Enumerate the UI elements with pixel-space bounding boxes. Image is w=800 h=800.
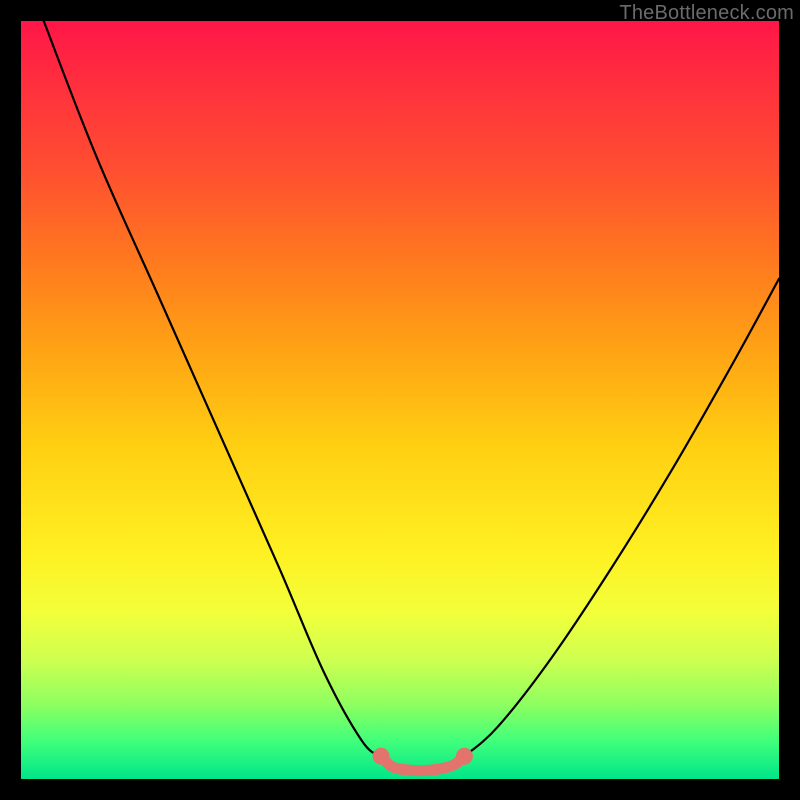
series-valley-floor bbox=[381, 756, 464, 770]
outer-frame: TheBottleneck.com bbox=[0, 0, 800, 800]
marker-valley-left-endpoint bbox=[373, 748, 390, 765]
chart-svg bbox=[21, 21, 779, 779]
plot-area bbox=[21, 21, 779, 779]
series-left-branch bbox=[44, 21, 381, 756]
series-right-branch bbox=[464, 279, 779, 757]
marker-valley-right-endpoint bbox=[456, 748, 473, 765]
series-group bbox=[44, 21, 779, 771]
